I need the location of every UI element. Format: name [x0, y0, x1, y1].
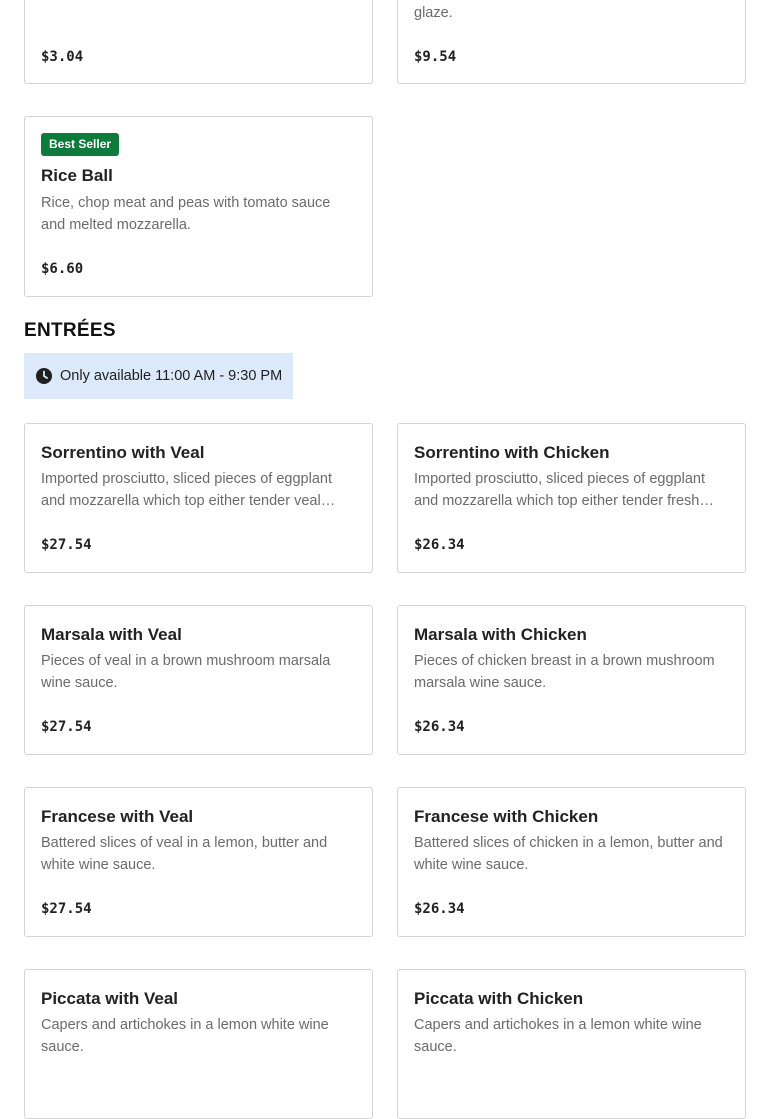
availability-banner: Only available 11:00 AM - 9:30 PM [24, 353, 293, 399]
clock-icon [36, 368, 52, 384]
menu-item-card[interactable]: glaze. $9.54 [397, 0, 746, 84]
menu-item-card[interactable]: Piccata with Chicken Capers and artichok… [397, 969, 746, 1119]
item-name: Marsala with Chicken [414, 625, 587, 644]
item-name: Francese with Veal [41, 807, 194, 826]
menu-item-card-rice-ball[interactable]: Best Seller Rice Ball Rice, chop meat an… [24, 116, 373, 297]
item-price: $27.54 [41, 901, 92, 917]
item-price: $9.54 [414, 49, 457, 65]
item-description: Pieces of veal in a brown mushroom marsa… [41, 653, 331, 691]
item-description: Battered slices of veal in a lemon, butt… [41, 835, 328, 873]
item-description: Capers and artichokes in a lemon white w… [41, 1017, 329, 1055]
item-name: Marsala with Veal [41, 625, 182, 644]
item-name: Piccata with Veal [41, 989, 179, 1008]
item-name: Rice Ball [41, 166, 113, 185]
menu-item-card[interactable]: Marsala with Veal Pieces of veal in a br… [24, 605, 373, 755]
item-description: Capers and artichokes in a lemon white w… [414, 1017, 702, 1055]
best-seller-badge: Best Seller [41, 133, 120, 156]
item-description: Battered slices of chicken in a lemon, b… [414, 835, 723, 873]
item-price: $26.34 [414, 537, 465, 553]
item-name: Francese with Chicken [414, 807, 599, 826]
item-description: Rice, chop meat and peas with tomato sau… [41, 195, 331, 233]
item-price: $27.54 [41, 537, 92, 553]
item-description: Pieces of chicken breast in a brown mush… [414, 653, 715, 691]
menu-item-card[interactable]: $3.04 [24, 0, 373, 84]
item-price: $27.54 [41, 719, 92, 735]
menu-item-card[interactable]: Sorrentino with Veal Imported prosciutto… [24, 423, 373, 573]
item-price: $26.34 [414, 719, 465, 735]
item-name: Sorrentino with Chicken [414, 443, 610, 462]
availability-text: Only available 11:00 AM - 9:30 PM [60, 368, 283, 384]
item-name: Sorrentino with Veal [41, 443, 205, 462]
item-description: Imported prosciutto, sliced pieces of eg… [414, 471, 705, 509]
item-name: Piccata with Chicken [414, 989, 584, 1008]
menu-item-card[interactable]: Francese with Veal Battered slices of ve… [24, 787, 373, 937]
menu-item-card[interactable]: Piccata with Veal Capers and artichokes … [24, 969, 373, 1119]
menu-item-card[interactable]: Marsala with Chicken Pieces of chicken b… [397, 605, 746, 755]
item-price: $26.34 [414, 901, 465, 917]
section-title: ENTRÉES [24, 320, 116, 341]
item-price: $3.04 [41, 49, 84, 65]
item-price: $6.60 [41, 261, 84, 277]
item-description: Imported prosciutto, sliced pieces of eg… [41, 471, 332, 509]
menu-item-card[interactable]: Sorrentino with Chicken Imported prosciu… [397, 423, 746, 573]
menu-item-card[interactable]: Francese with Chicken Battered slices of… [397, 787, 746, 937]
item-description: glaze. [414, 5, 453, 21]
